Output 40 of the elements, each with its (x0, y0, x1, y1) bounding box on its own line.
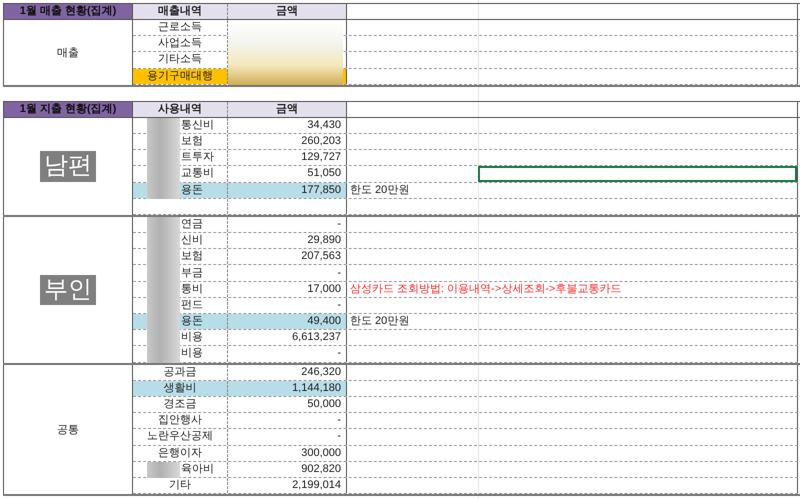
table-cell: 49,400 (228, 314, 347, 330)
item-text: 집안행사 (158, 415, 202, 426)
item-text: 용돈 (181, 316, 203, 328)
group-badge: 남편 (40, 151, 96, 182)
item-text: 기타 (169, 480, 191, 491)
item-text: 노란우산공제 (147, 431, 213, 442)
item-text: 비용 (181, 332, 203, 344)
item-text: 연금 (181, 218, 203, 230)
item-text: 공과금 (164, 366, 196, 378)
group-label: 매출 (3, 20, 133, 85)
item-text: 보험 (181, 251, 203, 262)
column-header: 금액 (228, 102, 347, 117)
note-text: 한도 20만원 (350, 184, 410, 196)
item-text: 교통비 (181, 168, 214, 180)
column-header: 금액 (228, 4, 347, 19)
item-text: 통신비 (181, 120, 214, 131)
item-text: 용돈 (181, 184, 203, 196)
item-text: 신비 (181, 235, 203, 246)
item-text: 부금 (181, 268, 203, 279)
table-cell: 177,850 (228, 182, 347, 198)
column-header: 사용내역 (133, 102, 228, 117)
note-text: 삼성카드 조회방법: 이용내역->상세조회->후불교통카드 (350, 284, 622, 295)
column-header: 매출내역 (133, 4, 228, 19)
table-cell: 용기구매대행 (133, 68, 228, 84)
item-text: 통비 (181, 284, 203, 295)
item-text: 은행이자 (158, 448, 202, 459)
item-text: 생활비 (164, 382, 196, 394)
item-text: 펀드 (181, 300, 203, 311)
section-title: 1월 지출 현황(집계) (3, 102, 133, 117)
note-text: 한도 20만원 (350, 316, 410, 328)
item-text: 경조금 (164, 399, 196, 410)
item-text: 비용 (181, 348, 203, 360)
item-text: 육아비 (181, 464, 214, 475)
selected-cell[interactable] (478, 166, 798, 182)
section-title: 1월 매출 현황(집계) (3, 4, 133, 19)
group-label: 공통 (57, 422, 79, 437)
item-text: 트투자 (181, 152, 214, 164)
group-badge: 부인 (40, 274, 96, 305)
item-text: 보험 (181, 136, 203, 148)
table-cell: 1,144,180 (228, 380, 347, 396)
